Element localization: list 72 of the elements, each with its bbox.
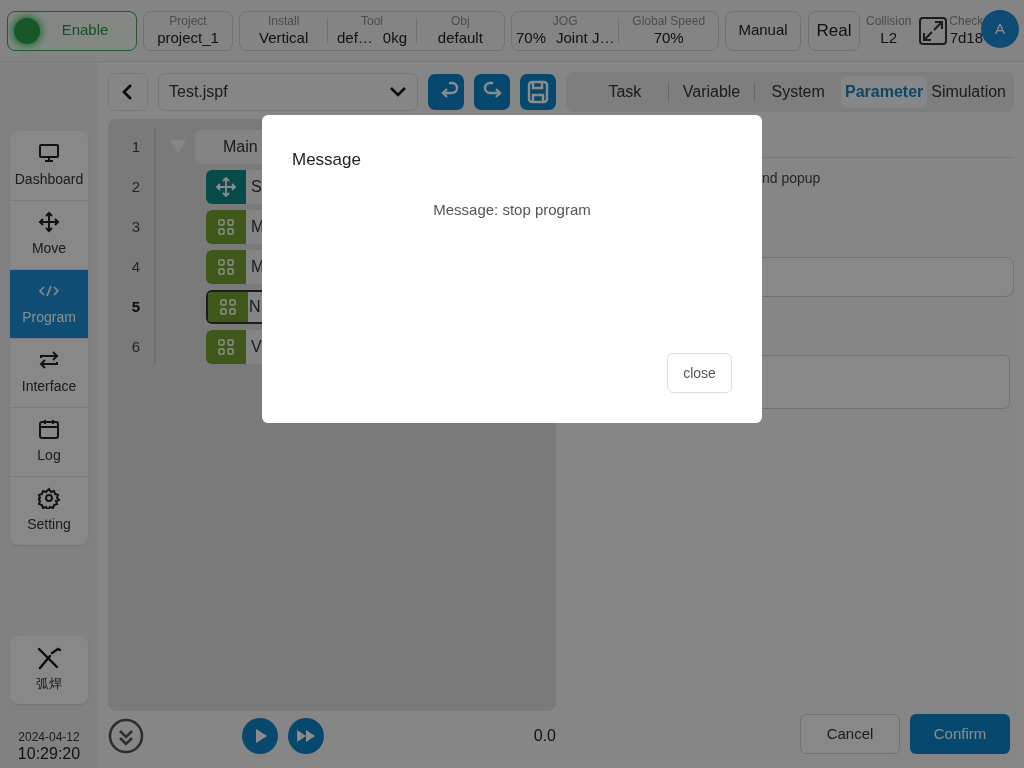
field-label: Global Speed: [632, 13, 706, 29]
enable-button[interactable]: Enable: [7, 10, 137, 51]
grid-icon: [218, 339, 234, 355]
field-value: 0kg: [382, 28, 407, 48]
line-number: 1: [130, 136, 142, 157]
back-button[interactable]: [108, 73, 148, 111]
field-label: Obj: [450, 13, 470, 29]
field-value: 70%: [653, 28, 684, 48]
tab[interactable]: Variable: [668, 76, 755, 108]
node-label: N: [249, 297, 261, 317]
dialog-title: Message: [292, 149, 362, 171]
line-number: 2: [130, 176, 142, 197]
swap-arrows-icon: [38, 349, 60, 371]
date-text: 2024-04-12: [18, 731, 80, 743]
nav-item[interactable]: Log: [10, 407, 88, 476]
grid-icon: [218, 219, 234, 235]
line-number: 4: [130, 256, 142, 277]
field-value: 70%: [516, 28, 547, 48]
dialog-message: Message: stop program: [432, 199, 592, 220]
tab[interactable]: Task: [582, 76, 668, 108]
nav-item[interactable]: Program: [10, 269, 88, 338]
undo-button[interactable]: [428, 74, 464, 110]
calendar-icon: [38, 418, 60, 440]
save-button[interactable]: [520, 74, 556, 110]
field-label: Collision: [866, 13, 912, 29]
expand-icon: [919, 16, 948, 45]
field-value: Vertical: [259, 28, 309, 48]
close-button[interactable]: close: [667, 353, 732, 393]
cancel-button[interactable]: Cancel: [800, 714, 900, 754]
tab[interactable]: Simulation: [927, 76, 1010, 108]
field-value: project_1: [157, 28, 219, 48]
tab[interactable]: Parameter: [841, 76, 928, 108]
avatar[interactable]: A: [981, 10, 1019, 48]
description-text: nd popup: [762, 169, 821, 188]
grid-icon: [218, 259, 234, 275]
field-value: Joint J…: [556, 28, 615, 48]
scroll-down-icon[interactable]: [108, 718, 144, 755]
chevron-down-icon: [389, 86, 407, 98]
field-label: JOG: [552, 13, 578, 29]
nav-item[interactable]: Setting: [10, 476, 88, 545]
file-dropdown[interactable]: Test.jspf: [158, 73, 418, 111]
nav-item[interactable]: Interface: [10, 338, 88, 407]
monitor-icon: [38, 141, 60, 164]
move-icon: [38, 211, 60, 233]
plugin-button[interactable]: 弧焊: [10, 636, 88, 704]
node-label: V: [251, 337, 262, 357]
move-icon: [216, 177, 236, 197]
speed-value: 0.0: [533, 726, 556, 747]
field-value: def…: [336, 28, 373, 48]
play-button[interactable]: [242, 718, 278, 755]
field-label: Check: [949, 13, 984, 29]
node-label: S: [251, 177, 262, 197]
tab[interactable]: System: [755, 76, 841, 108]
file-name: Test.jspf: [169, 82, 228, 102]
field-label: Tool: [361, 13, 383, 29]
redo-button[interactable]: [474, 74, 510, 110]
field-label: Project: [169, 13, 207, 29]
confirm-button[interactable]: Confirm: [910, 714, 1010, 754]
grid-icon: [220, 299, 236, 315]
line-number: 6: [130, 336, 142, 357]
nav-item[interactable]: Dashboard: [10, 131, 88, 200]
line-number: 3: [130, 216, 142, 237]
field-label: Install: [268, 13, 300, 29]
field-value: L2: [880, 28, 897, 48]
mode-button[interactable]: Manual: [725, 10, 801, 51]
settings-icon: [38, 487, 60, 509]
fast-forward-button[interactable]: [288, 718, 324, 755]
field-value: default: [437, 28, 483, 48]
field-value: 7d18: [949, 28, 984, 48]
real-button[interactable]: Real: [808, 10, 860, 51]
time-text: 10:29:20: [17, 746, 81, 762]
line-number: 5: [130, 296, 142, 317]
